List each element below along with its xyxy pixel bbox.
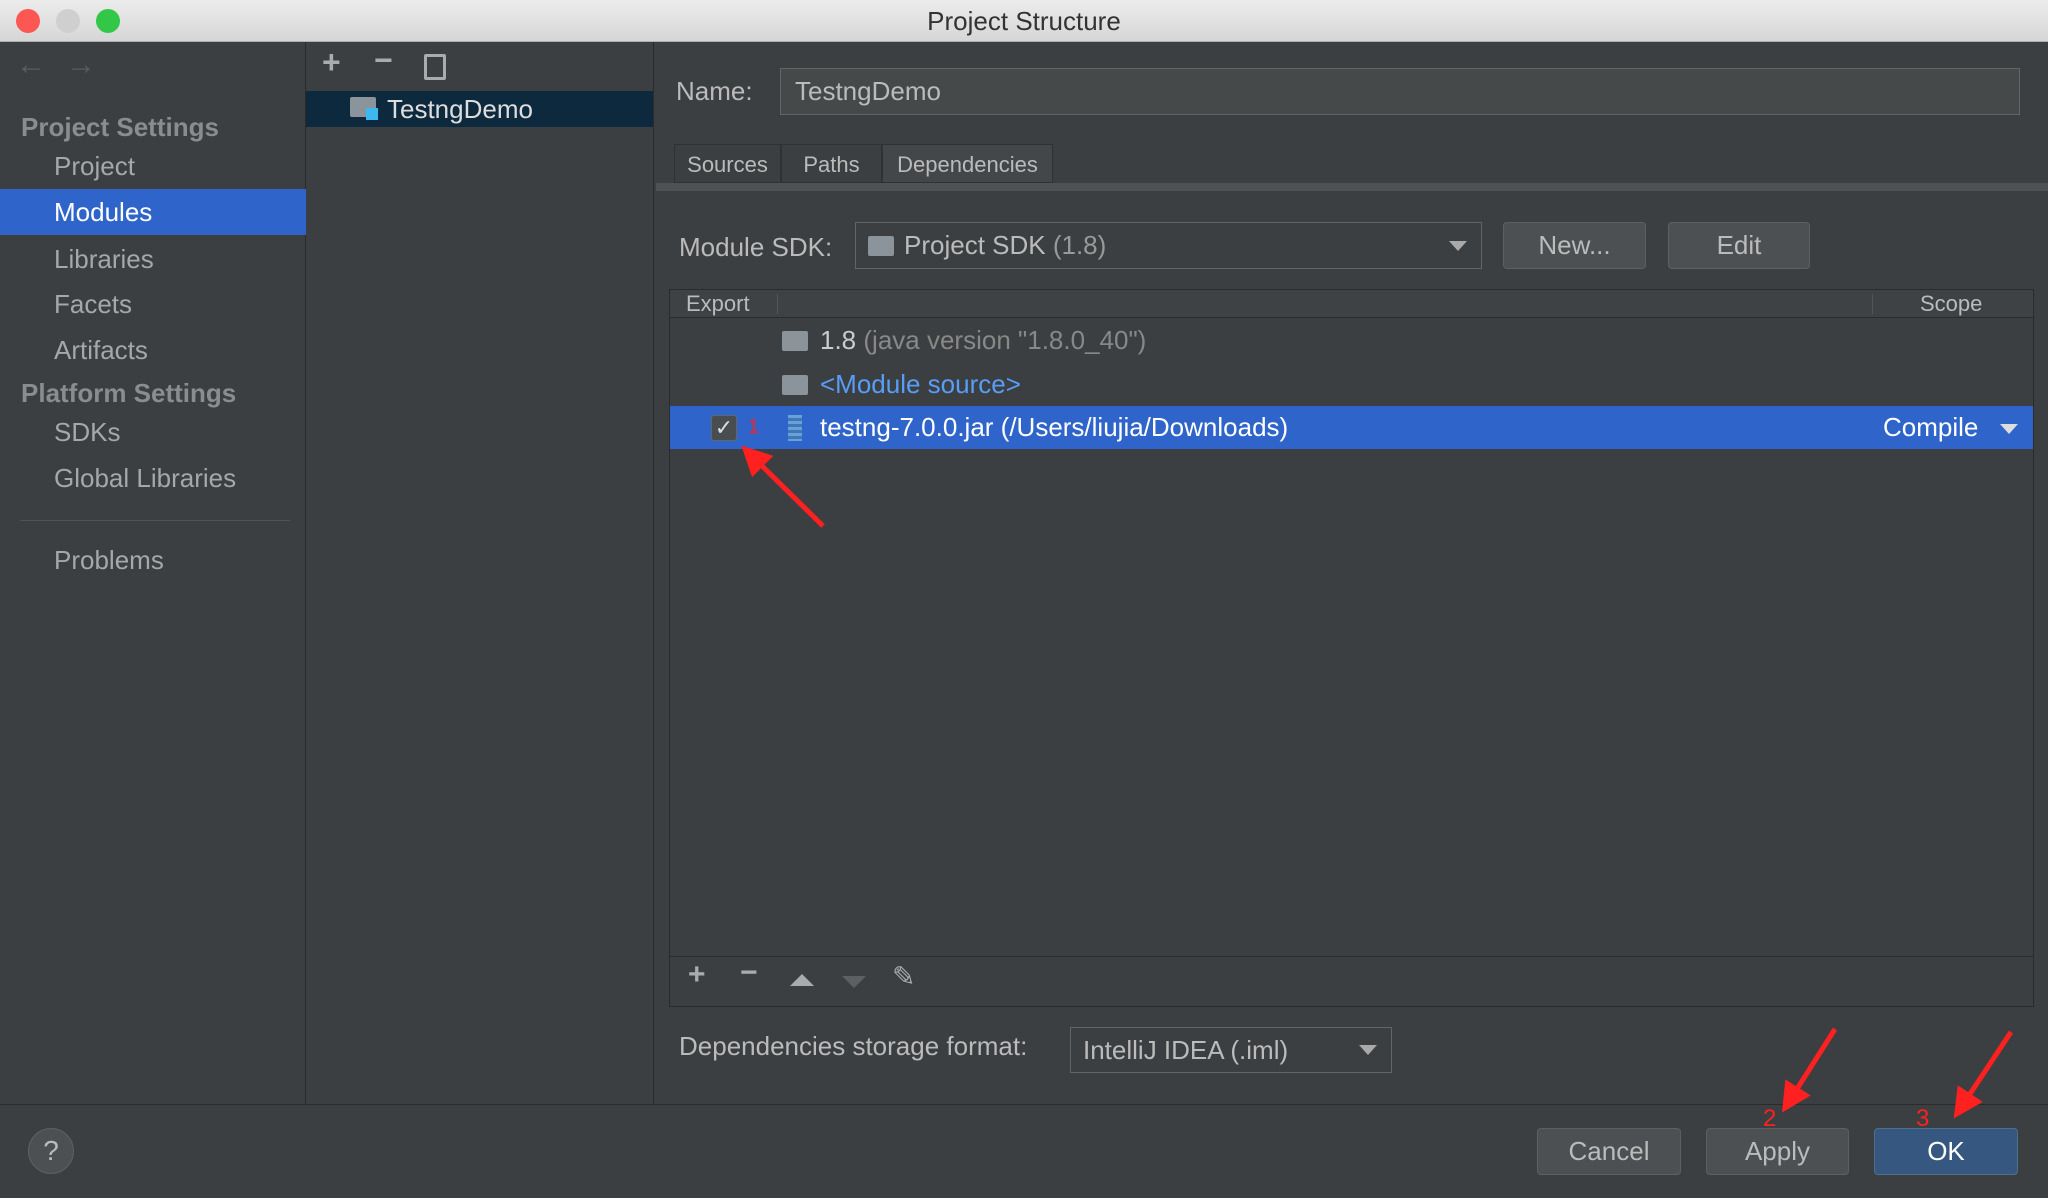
window-title: Project Structure bbox=[927, 6, 1121, 36]
help-button[interactable]: ? bbox=[28, 1128, 74, 1174]
module-tree-panel: + − TestngDemo bbox=[306, 42, 654, 1104]
move-up-icon[interactable] bbox=[790, 974, 814, 986]
export-checkbox[interactable]: ✓ bbox=[711, 415, 737, 441]
sidebar-item-project[interactable]: Project bbox=[0, 143, 306, 189]
footer-divider bbox=[0, 1104, 2048, 1105]
sdk-value: Project SDK bbox=[904, 230, 1046, 260]
name-label: Name: bbox=[676, 76, 753, 106]
module-sdk-label: Module SDK: bbox=[679, 232, 833, 262]
add-dependency-icon[interactable]: + bbox=[688, 958, 706, 992]
annotation-3: 3 bbox=[1916, 1105, 1930, 1132]
sidebar-item-modules[interactable]: Modules bbox=[0, 189, 306, 235]
remove-icon[interactable]: − bbox=[374, 42, 393, 79]
cancel-button[interactable]: Cancel bbox=[1537, 1128, 1681, 1175]
name-input[interactable]: TestngDemo bbox=[780, 68, 2020, 115]
column-separator bbox=[1872, 294, 1873, 314]
row-name: <Module source> bbox=[820, 369, 1021, 399]
tree-item-label: TestngDemo bbox=[387, 94, 533, 124]
tab-paths[interactable]: Paths bbox=[781, 144, 882, 183]
arrow-3 bbox=[1953, 1030, 2014, 1119]
storage-format-dropdown[interactable]: IntelliJ IDEA (.iml) bbox=[1070, 1027, 1392, 1073]
ok-button[interactable]: OK bbox=[1874, 1128, 2018, 1175]
scope-dropdown[interactable]: Compile bbox=[1883, 406, 1978, 449]
sidebar: ← → Project Settings Project Modules Lib… bbox=[0, 42, 306, 1104]
zoom-window-button[interactable] bbox=[96, 9, 120, 33]
section-project-settings: Project Settings bbox=[21, 112, 219, 142]
storage-format-label: Dependencies storage format: bbox=[679, 1031, 1028, 1061]
jar-icon bbox=[788, 415, 802, 441]
module-sdk-dropdown[interactable]: Project SDK (1.8) bbox=[855, 222, 1482, 269]
tab-dependencies[interactable]: Dependencies bbox=[882, 144, 1053, 183]
row-detail: (java version "1.8.0_40") bbox=[863, 325, 1147, 355]
source-folder-icon bbox=[782, 375, 808, 395]
edit-pencil-icon[interactable]: ✎ bbox=[892, 960, 915, 993]
module-badge-icon bbox=[366, 108, 378, 120]
new-sdk-button[interactable]: New... bbox=[1503, 222, 1646, 269]
jdk-folder-icon bbox=[868, 235, 894, 256]
jdk-folder-icon bbox=[782, 331, 808, 351]
apply-button[interactable]: Apply bbox=[1706, 1128, 1849, 1175]
table-row[interactable]: <Module source> bbox=[670, 363, 2033, 406]
sidebar-item-artifacts[interactable]: Artifacts bbox=[0, 327, 306, 373]
forward-arrow-icon[interactable]: → bbox=[66, 48, 96, 82]
sdk-version: (1.8) bbox=[1052, 230, 1107, 260]
divider bbox=[20, 520, 290, 521]
title-bar: Project Structure bbox=[0, 0, 2048, 42]
sidebar-item-libraries[interactable]: Libraries bbox=[0, 236, 306, 282]
edit-sdk-button[interactable]: Edit bbox=[1668, 222, 1810, 269]
header-export[interactable]: Export bbox=[686, 290, 750, 318]
section-platform-settings: Platform Settings bbox=[21, 378, 237, 408]
back-arrow-icon[interactable]: ← bbox=[16, 48, 46, 82]
add-icon[interactable]: + bbox=[322, 44, 341, 81]
remove-dependency-icon[interactable]: − bbox=[740, 956, 758, 990]
sidebar-item-sdks[interactable]: SDKs bbox=[0, 409, 306, 455]
close-window-button[interactable] bbox=[16, 9, 40, 33]
tree-item-testngdemo[interactable]: TestngDemo bbox=[306, 91, 653, 127]
annotation-1: 1 bbox=[748, 416, 760, 438]
chevron-down-icon[interactable] bbox=[2000, 424, 2018, 434]
row-name: testng-7.0.0.jar (/Users/liujia/Download… bbox=[820, 412, 1289, 442]
minimize-window-button[interactable] bbox=[56, 9, 80, 33]
dependencies-table: Export Scope 1.8 (java version "1.8.0_40… bbox=[669, 289, 2034, 1007]
divider bbox=[670, 956, 2033, 957]
sidebar-item-problems[interactable]: Problems bbox=[0, 537, 306, 583]
move-down-icon[interactable] bbox=[842, 976, 866, 988]
name-value: TestngDemo bbox=[795, 76, 941, 106]
copy-icon[interactable] bbox=[424, 54, 446, 80]
sidebar-item-facets[interactable]: Facets bbox=[0, 281, 306, 327]
tab-underline bbox=[656, 183, 2048, 191]
row-name: 1.8 bbox=[820, 325, 857, 355]
table-row[interactable]: 1.8 (java version "1.8.0_40") bbox=[670, 319, 2033, 362]
chevron-down-icon bbox=[1449, 240, 1467, 251]
table-row-selected[interactable]: ✓ 1 testng-7.0.0.jar (/Users/liujia/Down… bbox=[670, 406, 2033, 449]
tab-sources[interactable]: Sources bbox=[674, 144, 781, 183]
annotation-2: 2 bbox=[1763, 1105, 1777, 1132]
arrow-2 bbox=[1781, 1027, 1838, 1113]
column-separator bbox=[777, 294, 778, 314]
sidebar-item-global-libraries[interactable]: Global Libraries bbox=[0, 455, 306, 501]
storage-format-value: IntelliJ IDEA (.iml) bbox=[1083, 1034, 1289, 1065]
chevron-down-icon bbox=[1359, 1045, 1377, 1055]
header-scope[interactable]: Scope bbox=[1920, 290, 1982, 318]
